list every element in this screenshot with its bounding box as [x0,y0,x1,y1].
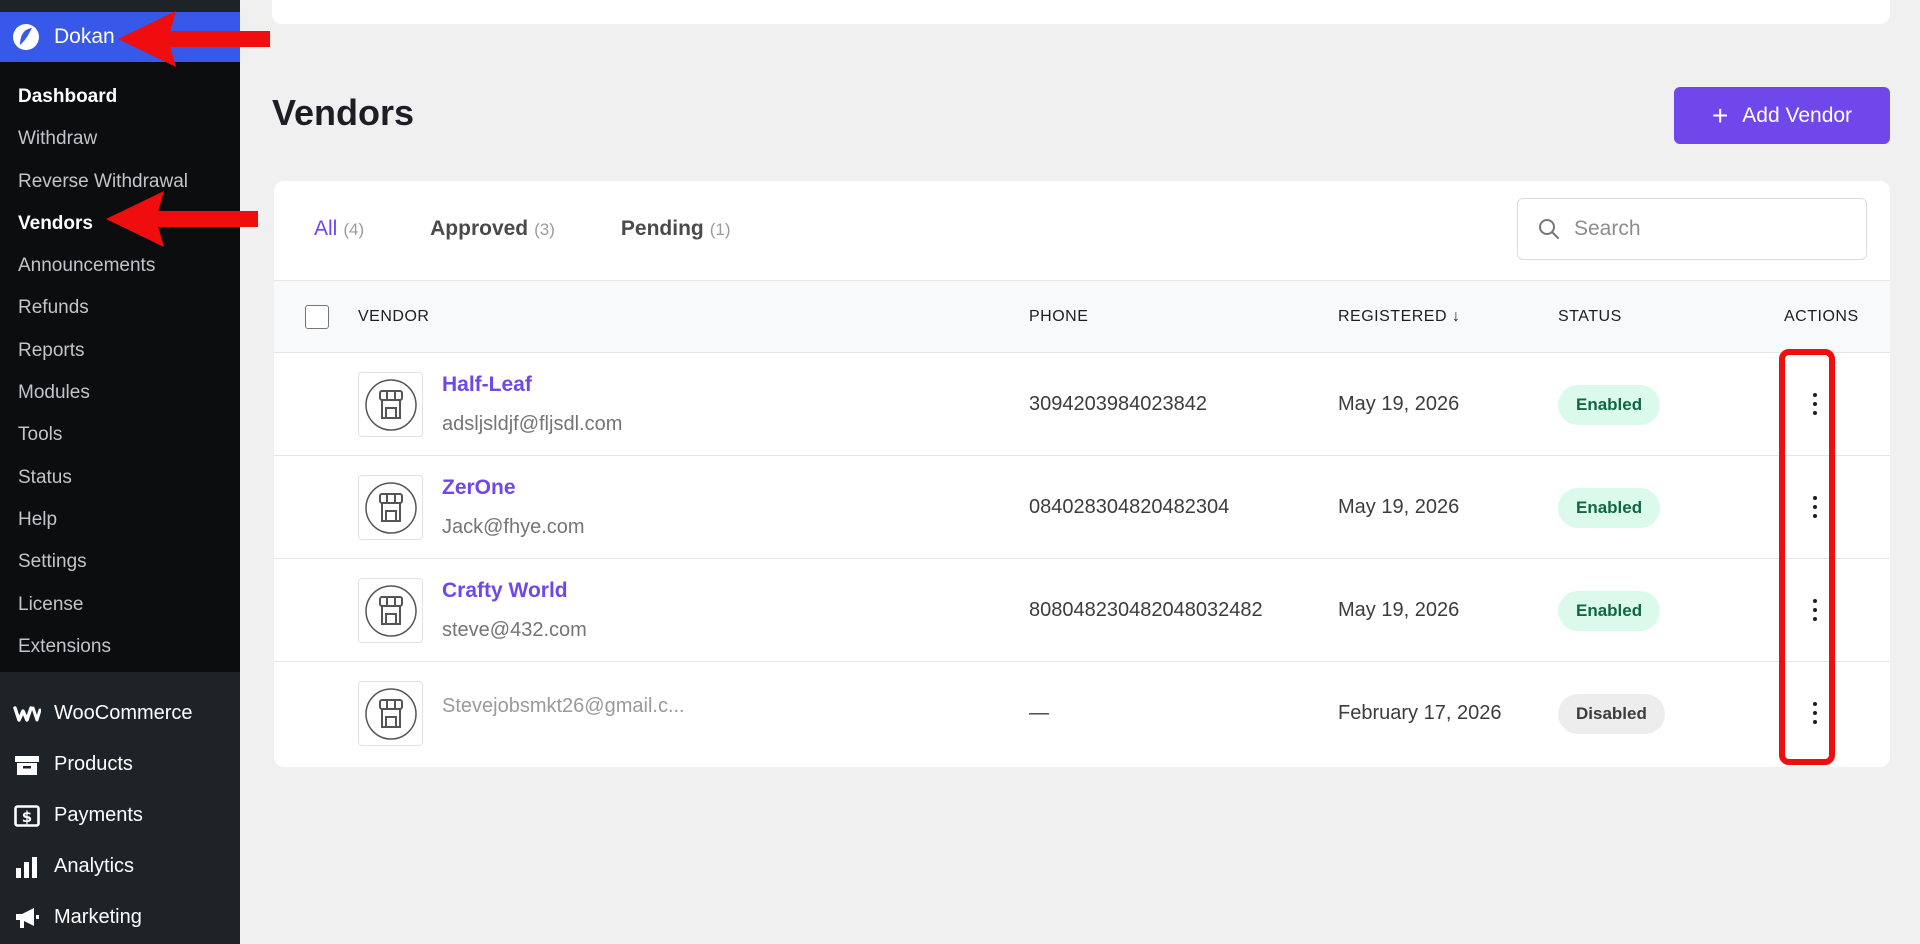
vendor-registered: May 19, 2026 [1338,496,1460,518]
megaphone-icon [12,905,42,931]
table-row: Stevejobsmkt26@gmail.c... — February 17,… [274,662,1890,765]
sidebar-item-extensions[interactable]: Extensions [0,626,240,668]
tab-label: Approved [430,217,529,240]
sidebar-item-status[interactable]: Status [0,457,240,499]
table-row: ZerOne Jack@fhye.com 084028304820482304 … [274,456,1890,559]
plus-icon: + [1711,99,1729,131]
vendor-registered: February 17, 2026 [1338,702,1502,724]
tab-pending[interactable]: Pending (1) [621,217,731,241]
search-input[interactable] [1574,217,1844,241]
vendor-email: Stevejobsmkt26@gmail.c... [442,695,685,717]
vendor-name[interactable]: ZerOne [442,476,516,500]
tab-approved[interactable]: Approved (3) [430,217,555,241]
status-badge: Enabled [1558,488,1661,528]
search-box [1517,198,1867,260]
sidebar-item-label: Analytics [54,855,135,877]
main-menu: WooCommerce Products $ Payments Analytic… [0,688,240,943]
dokan-logo-icon [13,24,39,50]
tab-count: (1) [709,220,731,239]
status-badge: Enabled [1558,591,1661,631]
sidebar-item-analytics[interactable]: Analytics [0,841,240,892]
sidebar-item-products[interactable]: Products [0,739,240,790]
annotation-arrow-vendors [106,191,258,247]
status-badge: Disabled [1558,694,1665,734]
table-header: VENDOR PHONE REGISTERED ↓ STATUS ACTIONS [274,280,1890,353]
admin-sidebar: Dokan Dashboard Withdraw Reverse Withdra… [0,0,240,944]
vendor-name[interactable]: Half-Leaf [442,373,532,397]
woocommerce-icon [12,701,42,727]
annotation-arrow-dokan [118,11,270,67]
column-phone[interactable]: PHONE [1029,308,1088,326]
select-all-checkbox[interactable] [305,305,329,329]
sidebar-item-license[interactable]: License [0,584,240,626]
sidebar-item-dashboard[interactable]: Dashboard [0,76,240,118]
sidebar-item-label: Products [54,753,133,775]
sidebar-item-tools[interactable]: Tools [0,414,240,456]
sidebar-item-modules[interactable]: Modules [0,372,240,414]
sidebar-item-announcements[interactable]: Announcements [0,245,240,287]
sidebar-item-payments[interactable]: $ Payments [0,790,240,841]
sidebar-item-label: Payments [54,804,143,826]
tab-count: (3) [534,220,555,239]
bar-chart-icon [12,854,42,880]
annotation-highlight-actions [1779,349,1835,765]
vendor-phone: 808048230482048032482 [1029,599,1263,621]
sidebar-item-refunds[interactable]: Refunds [0,287,240,329]
store-icon [358,475,423,540]
sidebar-item-reports[interactable]: Reports [0,330,240,372]
page-title: Vendors [272,92,415,133]
vendor-email: Jack@fhye.com [442,516,585,538]
add-vendor-label: Add Vendor [1742,103,1853,127]
tab-label: Pending [620,217,704,240]
top-card [272,0,1890,24]
sidebar-item-label: Marketing [54,906,142,928]
column-status[interactable]: STATUS [1558,308,1622,326]
search-icon [1539,219,1559,239]
vendor-phone: 084028304820482304 [1029,496,1230,518]
vendors-card: All (4) Approved (3) Pending (1) VENDOR PHO… [274,181,1890,767]
column-vendor[interactable]: VENDOR [358,308,429,326]
store-icon [358,578,423,643]
status-tabs: All (4) Approved (3) Pending (1) [314,217,731,241]
svg-text:$: $ [22,808,32,826]
vendor-email: steve@432.com [442,619,587,641]
sidebar-item-settings[interactable]: Settings [0,541,240,583]
tab-label: All [314,217,338,240]
tab-count: (4) [343,220,365,239]
store-icon [358,681,423,746]
table-row: Half-Leaf adsljsldjf@fljsdl.com 30942039… [274,353,1890,456]
vendor-phone: — [1029,702,1049,724]
vendor-phone: 3094203984023842 [1029,393,1207,415]
sidebar-item-marketing[interactable]: Marketing [0,892,240,943]
dokan-submenu: Dashboard Withdraw Reverse Withdrawal Ve… [0,62,240,672]
add-vendor-button[interactable]: + Add Vendor [1674,87,1890,144]
dollar-card-icon: $ [12,803,42,829]
vendor-registered: May 19, 2026 [1338,393,1460,415]
status-badge: Enabled [1558,385,1661,425]
vendor-name[interactable]: Crafty World [442,579,568,603]
column-registered[interactable]: REGISTERED ↓ [1338,308,1460,326]
vendor-email: adsljsldjf@fljsdl.com [442,413,623,435]
sidebar-item-woocommerce[interactable]: WooCommerce [0,688,240,739]
sidebar-brand-label: Dokan [54,25,115,48]
column-actions: ACTIONS [1784,308,1859,325]
sidebar-item-help[interactable]: Help [0,499,240,541]
sidebar-item-label: WooCommerce [54,702,193,724]
table-row: Crafty World steve@432.com 8080482304820… [274,559,1890,662]
tab-all[interactable]: All (4) [314,217,364,241]
vendor-registered: May 19, 2026 [1338,599,1460,621]
store-icon [358,372,423,437]
archive-box-icon [12,752,42,778]
sidebar-item-withdraw[interactable]: Withdraw [0,118,240,160]
